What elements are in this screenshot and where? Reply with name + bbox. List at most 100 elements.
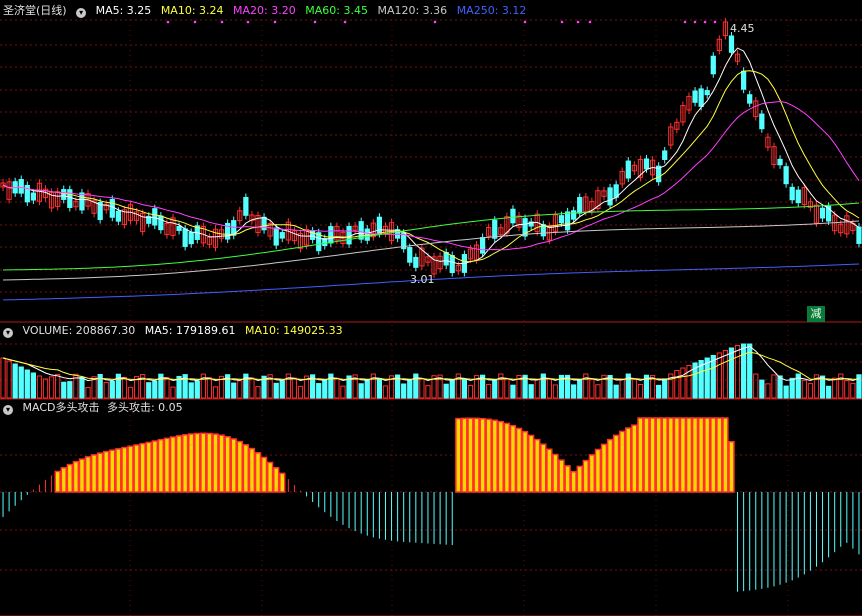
- volume-bar: [109, 380, 115, 399]
- volume-bar: [0, 357, 6, 399]
- macd-bar-positive: [710, 417, 717, 493]
- volume-bar: [850, 382, 856, 399]
- volume-bar: [510, 384, 516, 399]
- candle-body: [643, 158, 650, 170]
- volume-bar: [419, 378, 425, 399]
- volume-bar: [741, 343, 747, 399]
- volume-bar: [67, 381, 73, 399]
- candle-body: [795, 189, 801, 204]
- macd-bar-positive: [497, 420, 504, 493]
- macd-title[interactable]: MACD多头攻击: [23, 401, 100, 414]
- dropdown-circle-icon[interactable]: ▾: [3, 328, 13, 338]
- volume-bar: [789, 377, 795, 399]
- volume-bar: [449, 379, 455, 399]
- dropdown-circle-icon[interactable]: ▾: [76, 8, 87, 18]
- volume-bar: [631, 379, 637, 399]
- volume-bar: [297, 385, 304, 399]
- macd-bar-positive: [673, 417, 681, 493]
- candle-body: [115, 210, 121, 222]
- ma120-readout: MA120: 3.36: [377, 4, 448, 17]
- volume-bar: [334, 377, 340, 399]
- candle-body: [182, 228, 188, 247]
- candle-body: [607, 187, 613, 206]
- candle-body: [188, 231, 194, 245]
- stock-name[interactable]: 圣济堂(日线): [3, 4, 67, 17]
- candle-body: [79, 192, 85, 211]
- candle-body: [698, 88, 704, 107]
- signal-dot: [343, 20, 347, 24]
- candle-body: [328, 226, 334, 244]
- macd-bar-positive: [218, 434, 225, 493]
- volume-bar: [376, 377, 383, 399]
- ma20-readout: MA20: 3.20: [233, 4, 296, 17]
- macd-bar-positive: [527, 434, 535, 493]
- ma10-line: [2, 70, 860, 263]
- macd-bar-positive: [473, 417, 480, 493]
- volume-bar: [589, 378, 595, 399]
- macd-bar-positive: [90, 454, 98, 493]
- volume-bar: [534, 378, 540, 399]
- volume-bar: [206, 377, 213, 399]
- macd-bar-positive: [230, 438, 237, 493]
- macd-bar-positive: [679, 417, 687, 493]
- vol-ma5-readout: MA5: 179189.61: [144, 324, 236, 337]
- signal-dot: [193, 20, 197, 24]
- volume-bar: [552, 384, 559, 399]
- macd-bar-positive: [157, 438, 165, 493]
- volume-bar: [504, 378, 510, 399]
- volume-bar: [783, 385, 789, 399]
- candle-body: [61, 189, 67, 200]
- signal-dot: [313, 20, 317, 24]
- signal-dot: [588, 20, 592, 24]
- kline-chart-canvas[interactable]: [0, 0, 862, 616]
- macd-bar-positive: [467, 417, 474, 493]
- candle-body: [510, 208, 516, 224]
- macd-bar-positive: [521, 430, 529, 493]
- macd-bar-positive: [242, 444, 250, 493]
- volume-bar: [716, 352, 722, 399]
- macd-panel-header: ▾ MACD多头攻击 多头攻击: 0.05: [3, 401, 189, 415]
- volume-bar: [255, 386, 261, 399]
- ma250-readout: MA250: 3.12: [456, 4, 527, 17]
- candle-body: [449, 255, 455, 274]
- volume-bar: [546, 378, 552, 399]
- reduce-signal-badge[interactable]: 减: [807, 306, 825, 322]
- volume-bar: [170, 386, 176, 399]
- volume-bar: [212, 386, 219, 399]
- ma60-line: [2, 202, 860, 271]
- macd-bar-positive: [576, 465, 583, 493]
- volume-bar: [12, 363, 18, 399]
- volume-bar: [486, 383, 492, 399]
- candle-body: [176, 225, 182, 231]
- ma120-line: [2, 220, 860, 281]
- candle-body: [152, 208, 158, 226]
- dropdown-circle-icon[interactable]: ▾: [3, 405, 13, 415]
- macd-bar-positive: [667, 417, 674, 493]
- macd-bar-positive: [72, 460, 80, 493]
- macd-bar-positive: [552, 453, 559, 493]
- volume-bar: [279, 380, 285, 399]
- macd-bar-positive: [60, 467, 67, 493]
- macd-bar-positive: [625, 427, 632, 493]
- candle-body: [662, 150, 668, 160]
- macd-bar-positive: [127, 445, 134, 493]
- volume-bar: [79, 376, 85, 399]
- volume-bar: [613, 384, 619, 399]
- volume-bar: [825, 385, 832, 399]
- volume-bar: [340, 385, 346, 399]
- ma5-readout: MA5: 3.25: [95, 4, 152, 17]
- macd-bar-positive: [661, 417, 668, 493]
- volume-bar: [759, 379, 765, 399]
- macd-bar-positive: [491, 419, 498, 493]
- macd-bar-positive: [175, 435, 183, 493]
- candle-body: [819, 207, 826, 219]
- ma10-readout: MA10: 3.24: [160, 4, 224, 17]
- macd-bar-positive: [248, 447, 256, 493]
- macd-bar-positive: [169, 436, 177, 493]
- macd-bar-positive: [534, 438, 541, 493]
- macd-bar-positive: [643, 417, 650, 493]
- macd-bar-positive: [479, 417, 486, 493]
- macd-bar-positive: [236, 440, 243, 493]
- volume-bar: [637, 384, 644, 399]
- candle-body: [443, 252, 449, 266]
